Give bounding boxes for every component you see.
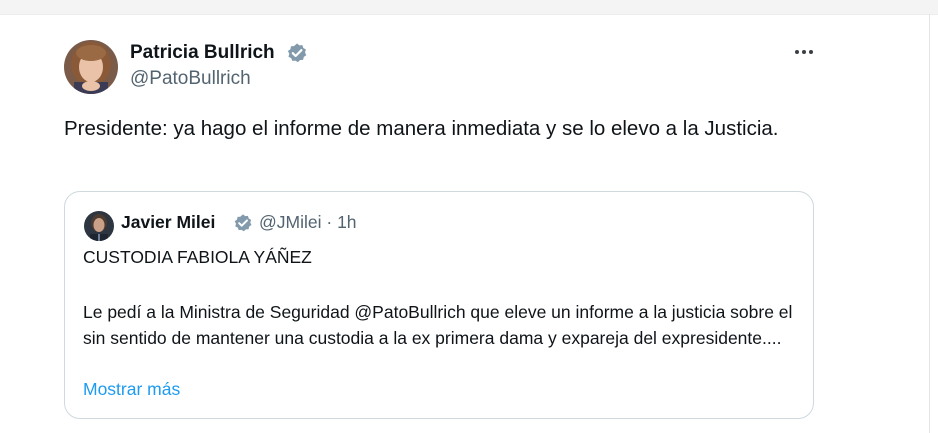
quoted-author-handle[interactable]: @JMilei (259, 212, 322, 232)
quoted-author-avatar-image (84, 211, 114, 241)
top-bar (0, 0, 938, 15)
author-avatar-image (64, 40, 118, 94)
more-options-button[interactable] (790, 40, 818, 64)
ellipsis-dot (802, 50, 806, 54)
quoted-author-avatar[interactable] (84, 211, 114, 241)
ellipsis-icon (795, 50, 799, 54)
tweet-screenshot: Patricia Bullrich @PatoBullrich Presiden… (0, 0, 938, 433)
quoted-post-time[interactable]: 1h (337, 212, 356, 232)
author-avatar[interactable] (64, 40, 118, 94)
quoted-verified-badge-icon (233, 213, 253, 233)
quoted-post-meta: @JMilei · 1h (259, 212, 357, 233)
post-text: Presidente: ya hago el informe de manera… (64, 117, 779, 140)
quoted-author-name[interactable]: Javier Milei (121, 212, 215, 233)
show-more-link[interactable]: Mostrar más (83, 379, 180, 400)
verified-badge-icon (286, 42, 308, 64)
quoted-post-headline: CUSTODIA FABIOLA YÁÑEZ (83, 247, 312, 267)
quoted-post-card[interactable]: Javier Milei @JMilei · 1h CUSTODIA FABIO… (64, 191, 814, 419)
author-handle[interactable]: @PatoBullrich (130, 68, 251, 90)
ellipsis-dot (809, 50, 813, 54)
author-name[interactable]: Patricia Bullrich (130, 42, 275, 64)
meta-separator: · (326, 212, 333, 232)
quoted-post-body: Le pedí a la Ministra de Seguridad @Pato… (83, 302, 793, 348)
right-divider (929, 14, 930, 433)
